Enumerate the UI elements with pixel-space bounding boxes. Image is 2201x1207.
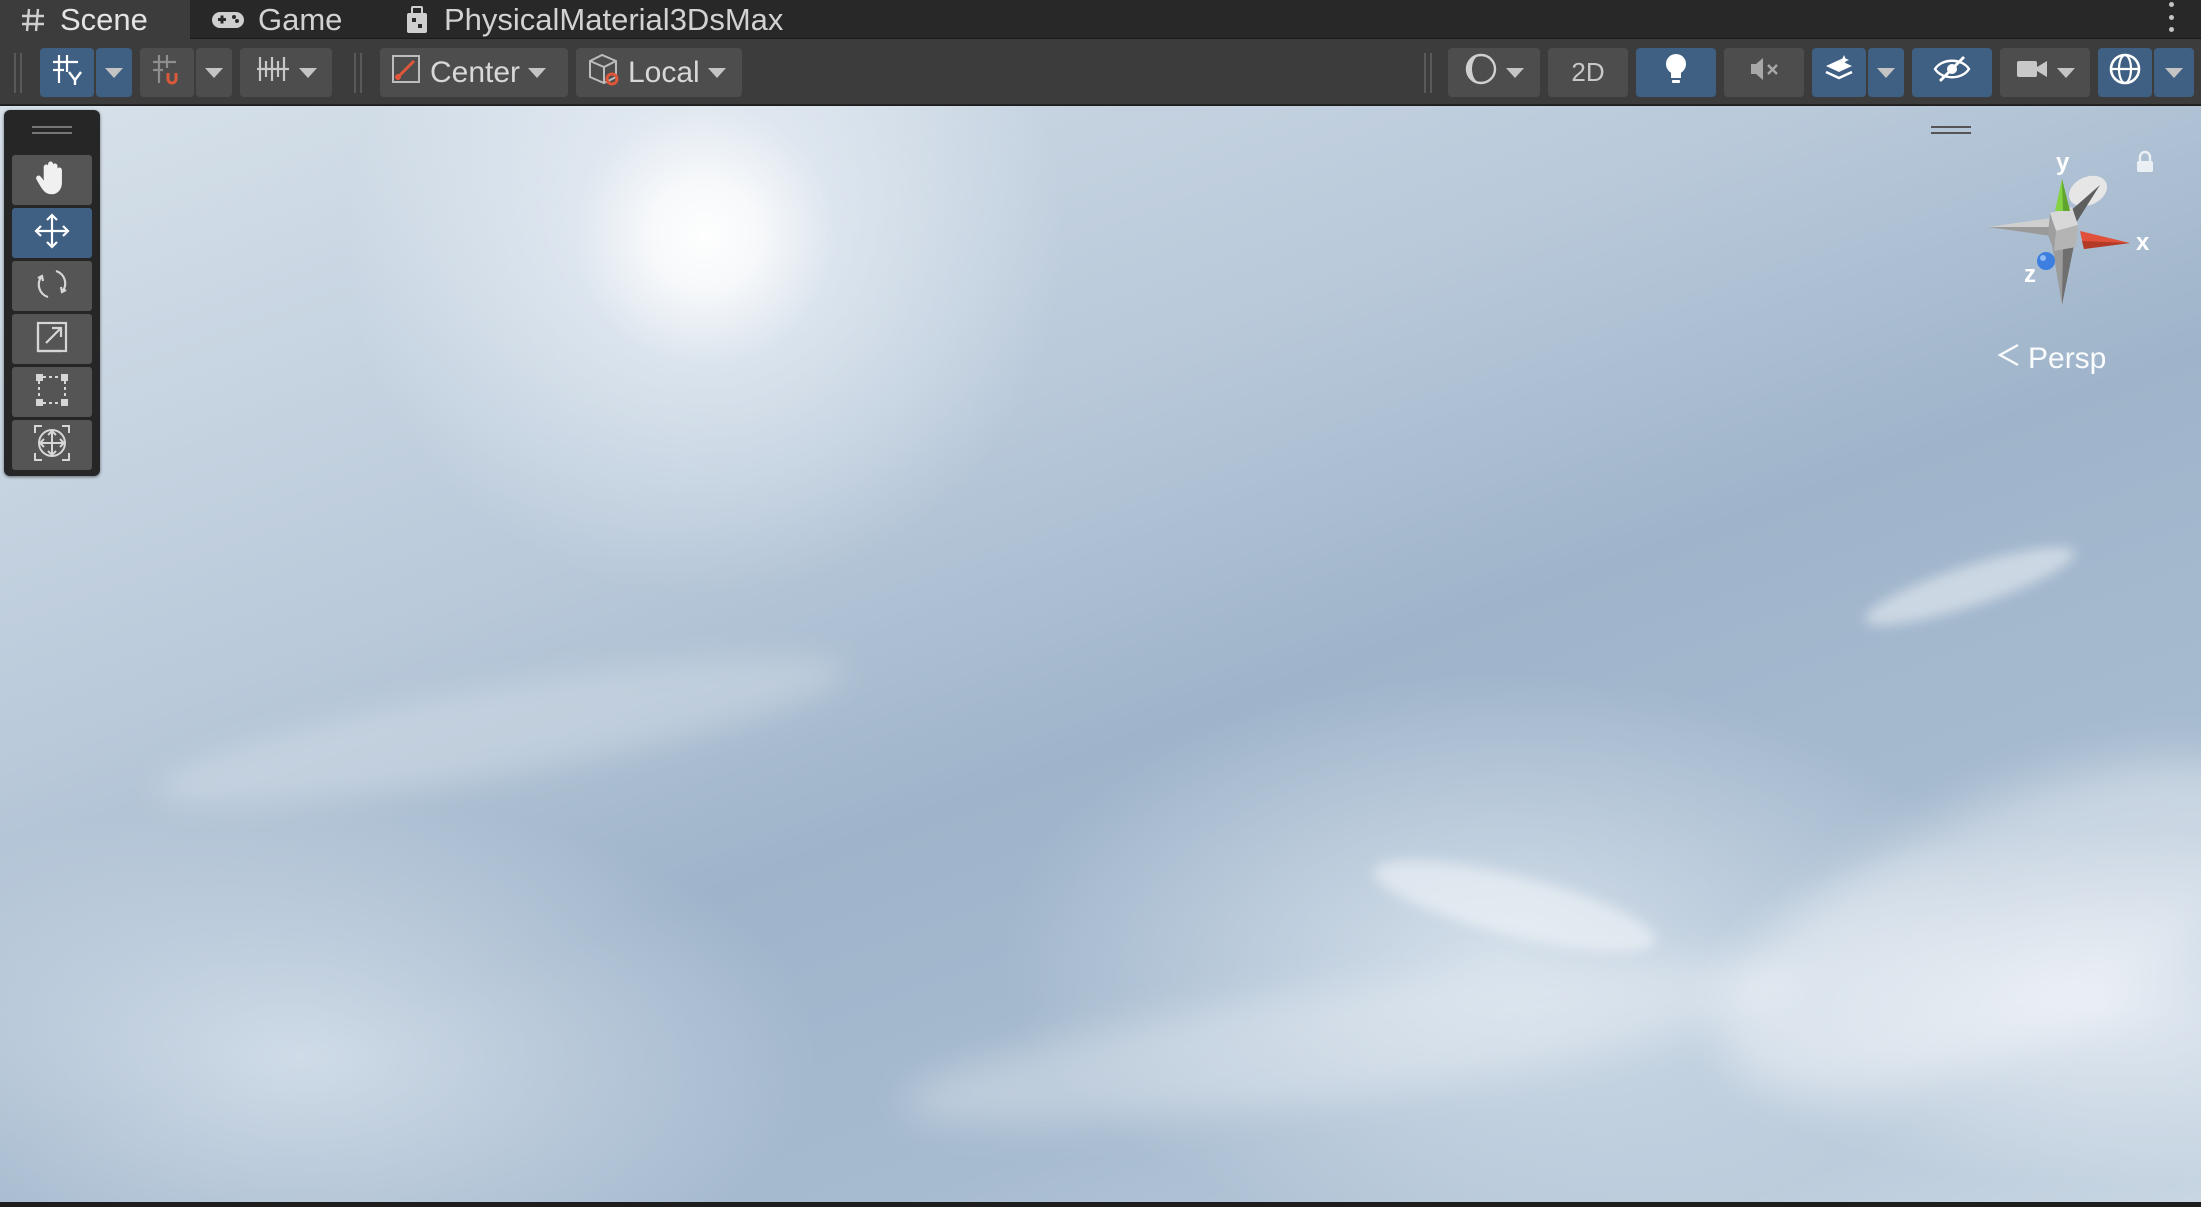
sky-cloud bbox=[147, 625, 853, 837]
chevron-down-icon bbox=[105, 67, 123, 78]
sky-cloud bbox=[896, 923, 1804, 1159]
chevron-down-icon bbox=[299, 67, 317, 78]
grid-options-dropdown[interactable] bbox=[96, 48, 132, 97]
gizmos-globe-icon bbox=[2107, 51, 2143, 95]
ruler-icon bbox=[255, 54, 291, 92]
chevron-down-icon bbox=[205, 67, 223, 78]
toggle-2d-button[interactable]: 2D bbox=[1548, 48, 1628, 97]
view-tool-button[interactable] bbox=[12, 155, 92, 205]
toolbar-grip[interactable] bbox=[354, 53, 362, 93]
chevron-down-icon bbox=[1506, 67, 1524, 78]
toggle-2d-label: 2D bbox=[1571, 57, 1605, 87]
camera-icon bbox=[2015, 56, 2049, 90]
camera-settings-dropdown[interactable] bbox=[2000, 48, 2090, 97]
transform-icon bbox=[32, 423, 72, 468]
chevron-down-icon bbox=[1877, 67, 1895, 78]
tab-game[interactable]: Game bbox=[210, 0, 380, 39]
pivot-rotation-label: Local bbox=[628, 55, 700, 89]
rotate-tool-button[interactable] bbox=[12, 261, 92, 311]
visibility-eye-icon bbox=[1932, 54, 1972, 92]
tab-prefab-label: PhysicalMaterial3DsMax bbox=[444, 1, 784, 37]
chevron-down-icon bbox=[707, 67, 726, 78]
move-arrows-icon bbox=[32, 211, 72, 256]
effects-options-dropdown[interactable] bbox=[1868, 48, 1904, 97]
gamepad-icon bbox=[210, 5, 246, 35]
scale-tool-button[interactable] bbox=[12, 314, 92, 364]
audio-mute-icon bbox=[1747, 54, 1781, 92]
chevron-down-icon bbox=[2165, 67, 2183, 78]
local-cube-icon bbox=[586, 51, 622, 95]
more-options-icon[interactable] bbox=[2169, 2, 2177, 32]
shading-mode-dropdown[interactable] bbox=[1448, 48, 1540, 97]
rect-transform-icon bbox=[33, 371, 71, 414]
rect-tool-button[interactable] bbox=[12, 367, 92, 417]
incremental-snap-button[interactable] bbox=[140, 48, 194, 97]
toggle-audio-button[interactable] bbox=[1724, 48, 1804, 97]
snap-options-dropdown[interactable] bbox=[196, 48, 232, 97]
window-tab-bar: Scene Game PhysicalMaterial3DsMax bbox=[0, 0, 2201, 39]
sky-cloud bbox=[1367, 841, 1663, 971]
pivot-rotation-dropdown[interactable]: Local bbox=[576, 48, 742, 97]
scene-toolbar: Center Local 2D bbox=[0, 39, 2201, 105]
projection-label: Persp bbox=[2028, 342, 2107, 375]
toggle-effects-button[interactable] bbox=[1812, 48, 1866, 97]
axis-y-label: y bbox=[2056, 149, 2070, 176]
hash-icon bbox=[18, 5, 48, 35]
orientation-overlay-handle[interactable] bbox=[1931, 126, 1971, 134]
toolbar-grip[interactable] bbox=[14, 53, 22, 93]
gizmos-button[interactable] bbox=[2098, 48, 2152, 97]
move-tool-button[interactable] bbox=[12, 208, 92, 258]
scale-icon bbox=[34, 319, 70, 360]
orientation-gizmo[interactable]: y x z bbox=[1980, 145, 2160, 315]
transform-tool-button[interactable] bbox=[12, 420, 92, 470]
chevron-left-icon bbox=[1996, 342, 2022, 376]
toolbar-grip[interactable] bbox=[1424, 53, 1432, 93]
grid-snapping-dropdown[interactable] bbox=[240, 48, 332, 97]
tools-overlay bbox=[4, 110, 100, 476]
viewport-bottom-border bbox=[0, 1202, 2201, 1207]
tab-game-label: Game bbox=[258, 1, 343, 37]
sky-cloud bbox=[1859, 532, 2081, 640]
overlay-drag-handle[interactable] bbox=[32, 126, 72, 134]
tab-prefab[interactable]: PhysicalMaterial3DsMax bbox=[402, 0, 822, 39]
effects-layers-icon bbox=[1822, 52, 1856, 94]
toggle-grid-button[interactable] bbox=[40, 48, 94, 97]
rotate-icon bbox=[32, 264, 72, 309]
toggle-lighting-button[interactable] bbox=[1636, 48, 1716, 97]
pivot-position-label: Center bbox=[430, 55, 521, 89]
axis-z-label: z bbox=[2024, 261, 2036, 288]
lightbulb-icon bbox=[1663, 52, 1689, 94]
hand-icon bbox=[34, 159, 70, 202]
axis-x-label: x bbox=[2136, 229, 2150, 256]
shading-sphere-icon bbox=[1464, 52, 1498, 94]
scene-visibility-button[interactable] bbox=[1912, 48, 1992, 97]
snap-magnet-icon bbox=[150, 52, 184, 94]
scene-viewport[interactable] bbox=[0, 106, 2201, 1202]
gizmos-options-dropdown[interactable] bbox=[2154, 48, 2194, 97]
projection-toggle[interactable]: Persp bbox=[1996, 342, 2106, 376]
prefab-icon bbox=[402, 5, 432, 35]
pivot-position-dropdown[interactable]: Center bbox=[380, 48, 568, 97]
chevron-down-icon bbox=[528, 67, 547, 78]
pivot-center-icon bbox=[390, 53, 422, 93]
tab-scene[interactable]: Scene bbox=[0, 0, 190, 39]
grid-snap-icon bbox=[50, 52, 84, 94]
tab-scene-label: Scene bbox=[60, 1, 148, 37]
chevron-down-icon bbox=[2057, 67, 2075, 78]
sky-cloud bbox=[1677, 690, 2201, 1162]
